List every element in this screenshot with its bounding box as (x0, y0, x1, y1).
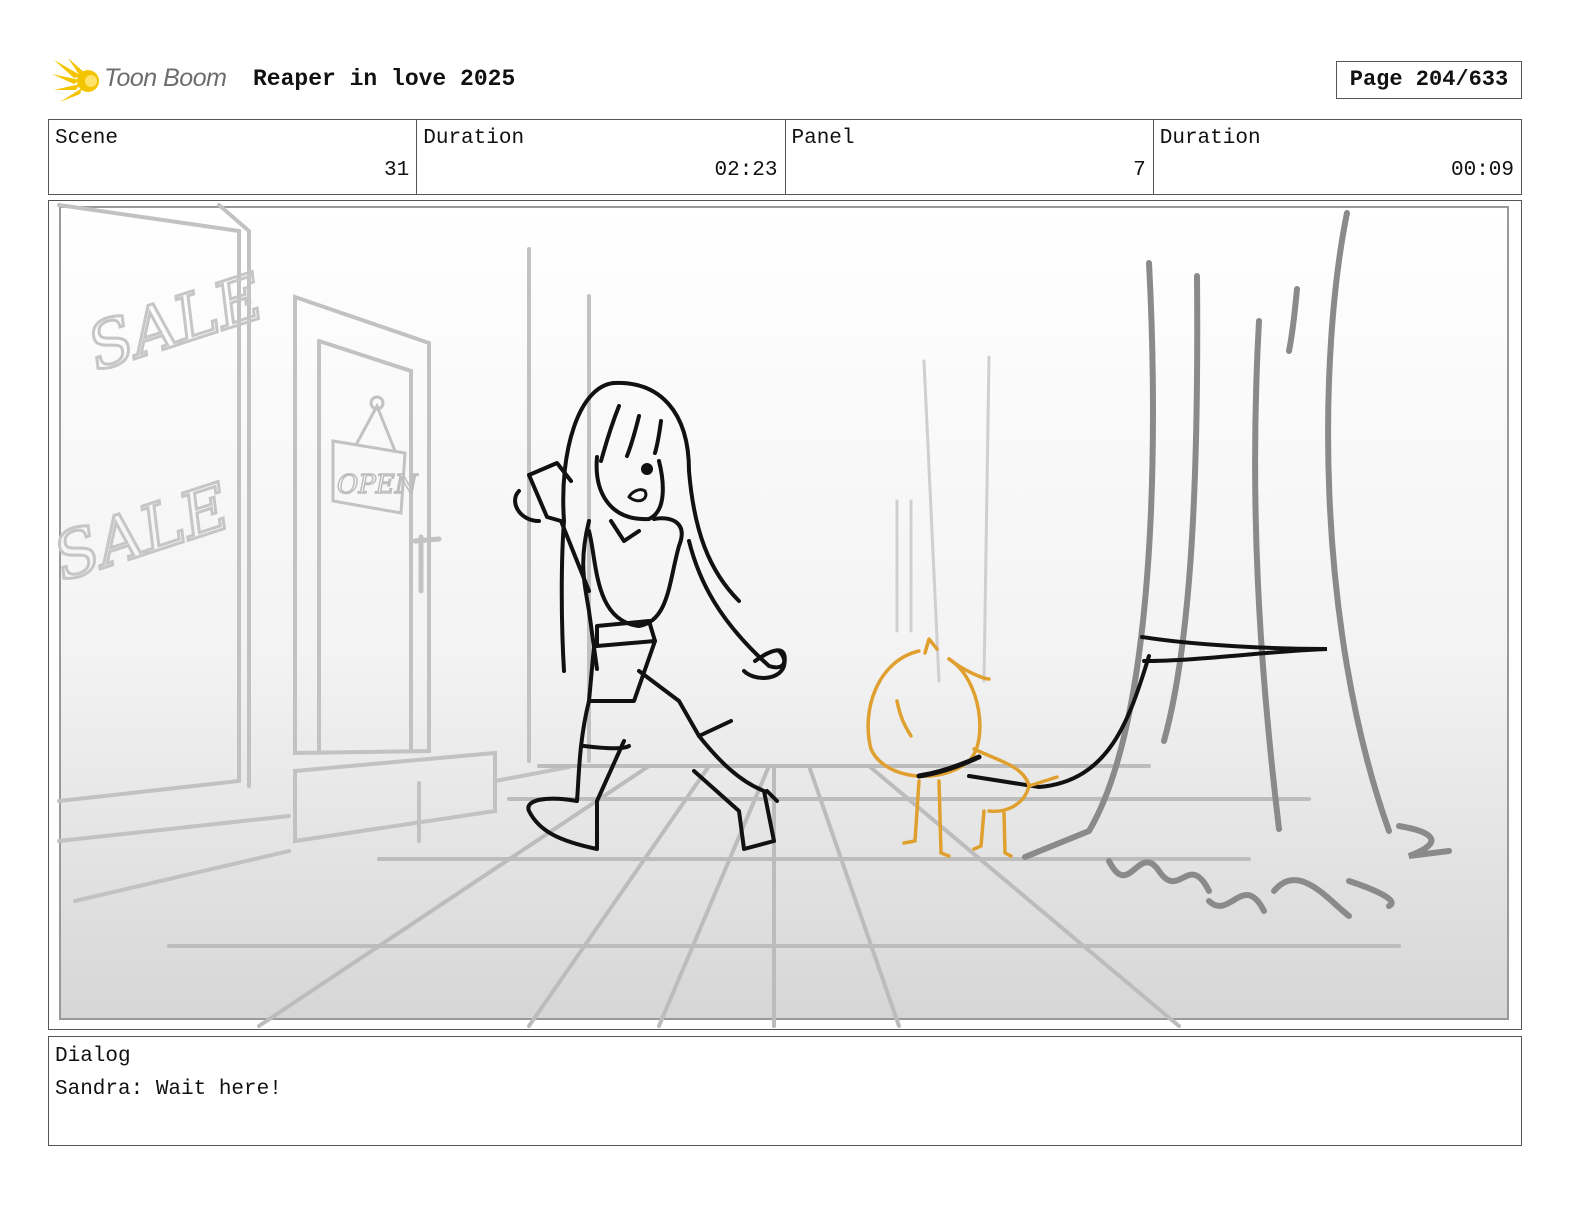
panel-duration-cell: Duration 00:09 (1154, 120, 1521, 194)
panel-info-row: Scene 31 Duration 02:23 Panel 7 Duration… (48, 119, 1522, 195)
project-title: Reaper in love 2025 (253, 66, 516, 92)
scene-value: 31 (384, 159, 410, 182)
toon-boom-logo: Toon Boom (52, 56, 238, 106)
scene-duration-value: 02:23 (714, 159, 778, 182)
logo-text: Toon Boom (104, 64, 227, 92)
panel-sketch: SALE SALE OPEN (49, 203, 1509, 1028)
scene-label: Scene (55, 127, 119, 150)
page-indicator: Page 204/633 (1336, 61, 1522, 99)
scene-duration-label: Duration (423, 127, 525, 150)
scene-duration-cell: Duration 02:23 (417, 120, 786, 194)
dialog-box: Dialog Sandra: Wait here! (48, 1036, 1522, 1146)
dialog-text: Sandra: Wait here! (55, 1078, 282, 1101)
panel-value: 7 (1133, 159, 1146, 182)
panel-duration-label: Duration (1159, 127, 1261, 150)
storyboard-panel: SALE SALE OPEN (48, 200, 1522, 1030)
open-sign: OPEN (337, 470, 419, 500)
dialog-label: Dialog (55, 1045, 131, 1068)
panel-cell: Panel 7 (786, 120, 1154, 194)
panel-duration-value: 00:09 (1450, 159, 1514, 182)
panel-label: Panel (791, 127, 855, 150)
burst-icon (52, 58, 99, 102)
scene-cell: Scene 31 (49, 120, 418, 194)
